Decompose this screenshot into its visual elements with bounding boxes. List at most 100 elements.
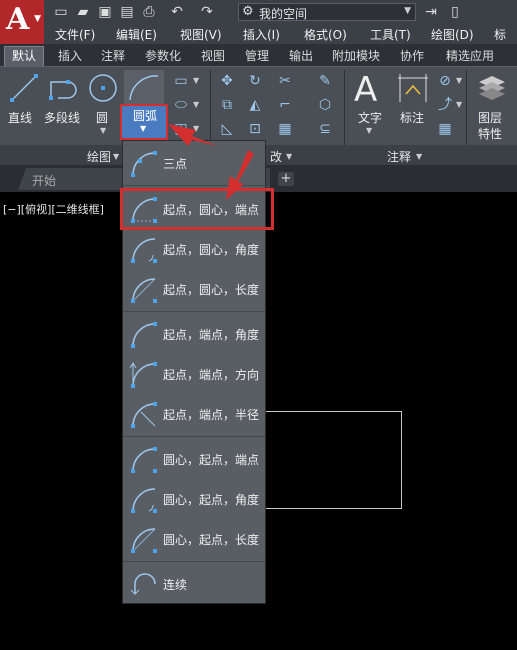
- rotate-icon[interactable]: ↻: [246, 72, 264, 90]
- add-tab-button[interactable]: +: [278, 172, 294, 186]
- table-icon[interactable]: ▦: [436, 120, 454, 138]
- stretch-icon[interactable]: ◺: [218, 120, 236, 138]
- chevron-down-icon[interactable]: ▼: [366, 126, 372, 135]
- arc-option-continue[interactable]: 连续: [123, 564, 265, 604]
- menu-file[interactable]: 文件(F): [55, 26, 95, 43]
- line-icon[interactable]: [8, 72, 40, 104]
- arc-option-label: 起点，端点，方向: [163, 368, 260, 382]
- arc-option-center-start-angle[interactable]: 圆心，起点，角度: [123, 479, 265, 519]
- tab-start-label[interactable]: 开始: [32, 172, 56, 189]
- arc-option-center-start-length[interactable]: 圆心，起点，长度: [123, 519, 265, 559]
- polyline-label[interactable]: 多段线: [44, 109, 80, 126]
- no-entry-icon[interactable]: ⊘: [436, 72, 454, 90]
- modify-panel-title[interactable]: 改: [270, 148, 282, 165]
- tab-addins[interactable]: 附加模块: [332, 47, 380, 64]
- undo-icon[interactable]: ↶: [168, 3, 186, 21]
- tab-parametric[interactable]: 参数化: [145, 47, 181, 64]
- copy-icon[interactable]: ⧉: [218, 96, 236, 114]
- erase-icon[interactable]: ✎: [316, 72, 334, 90]
- layer-properties-label-2[interactable]: 特性: [478, 125, 502, 142]
- layers-icon[interactable]: [476, 72, 508, 104]
- tab-manage[interactable]: 管理: [245, 47, 269, 64]
- fillet-icon[interactable]: ⌐: [276, 96, 294, 114]
- scale-icon[interactable]: ⊡: [246, 120, 264, 138]
- explode-icon[interactable]: ⬡: [316, 96, 334, 114]
- menu-format[interactable]: 格式(O): [304, 26, 347, 43]
- mirror-icon[interactable]: ◭: [246, 96, 264, 114]
- chevron-down-icon[interactable]: ▼: [193, 76, 199, 85]
- tab-featured-apps[interactable]: 精选应用: [446, 47, 494, 64]
- arc-option-label: 连续: [163, 578, 188, 592]
- chevron-down-icon[interactable]: ▼: [456, 100, 462, 109]
- boundary-icon[interactable]: ◫: [172, 120, 190, 138]
- arc-option-center-start-end[interactable]: 圆心，起点，端点: [123, 439, 265, 479]
- arc-option-start-center-angle[interactable]: 起点，圆心，角度: [123, 229, 265, 269]
- arc-option-start-end-radius[interactable]: 起点，端点，半径: [123, 394, 265, 434]
- chevron-down-icon[interactable]: ▼: [193, 124, 199, 133]
- arc-option-label: 圆心，起点，端点: [163, 453, 260, 467]
- circle-icon[interactable]: [87, 72, 119, 104]
- viewport-controls[interactable]: [−][俯视][二维线框]: [3, 201, 104, 217]
- app-menu-button[interactable]: A ▼: [0, 0, 44, 44]
- tab-annotate[interactable]: 注释: [101, 47, 125, 64]
- arc-option-start-end-direction[interactable]: 起点，端点，方向: [123, 354, 265, 394]
- arc-center-start-length-icon: [131, 528, 157, 553]
- menu-divider: [123, 311, 265, 312]
- layer-properties-label[interactable]: 图层: [478, 109, 502, 126]
- chevron-down-icon[interactable]: ▼: [193, 100, 199, 109]
- rectangle-icon[interactable]: ▭: [172, 72, 190, 90]
- chevron-down-icon[interactable]: ▼: [113, 152, 119, 161]
- tab-output[interactable]: 输出: [289, 47, 313, 64]
- chevron-down-icon[interactable]: ▼: [140, 124, 146, 133]
- hatch-icon[interactable]: ⬭: [172, 96, 190, 114]
- workspace-select[interactable]: ⚙ 我的空间 ▼: [238, 3, 416, 21]
- tab-insert[interactable]: 插入: [58, 47, 82, 64]
- menu-edit[interactable]: 编辑(E): [116, 26, 157, 43]
- trim-icon[interactable]: ✂: [276, 72, 294, 90]
- gear-icon: ⚙: [242, 4, 254, 19]
- arc-option-start-end-angle[interactable]: 起点，端点，角度: [123, 314, 265, 354]
- circle-label[interactable]: 圆: [96, 109, 108, 126]
- chevron-down-icon[interactable]: ▼: [456, 76, 462, 85]
- dimension-label[interactable]: 标注: [400, 109, 424, 126]
- open-icon[interactable]: ▰: [74, 3, 92, 21]
- text-icon[interactable]: A: [354, 70, 377, 110]
- menu-tools[interactable]: 工具(T): [370, 26, 411, 43]
- move-icon[interactable]: ✥: [218, 72, 236, 90]
- tab-default[interactable]: 默认: [4, 46, 44, 66]
- polyline-icon[interactable]: [48, 72, 82, 104]
- print-icon[interactable]: ⎙: [140, 3, 158, 21]
- arc-start-center-angle-icon: [131, 238, 157, 263]
- chevron-down-icon[interactable]: ▼: [286, 152, 292, 161]
- chevron-down-icon[interactable]: ▼: [100, 126, 106, 135]
- offset-icon[interactable]: ⊆: [316, 120, 334, 138]
- draw-panel-title[interactable]: 绘图: [87, 148, 111, 165]
- arc-option-3point[interactable]: 三点: [123, 143, 265, 183]
- arc-option-start-center-length[interactable]: 起点，圆心，长度: [123, 269, 265, 309]
- save-icon[interactable]: ▣: [96, 3, 114, 21]
- account-icon[interactable]: ▯: [446, 3, 464, 21]
- saveas-icon[interactable]: ▤: [118, 3, 136, 21]
- array-icon[interactable]: ▦: [276, 120, 294, 138]
- menu-view[interactable]: 视图(V): [180, 26, 222, 43]
- arc-icon[interactable]: [124, 70, 164, 104]
- arc-option-label: 圆心，起点，长度: [163, 533, 260, 547]
- annotate-panel-title[interactable]: 注释: [387, 148, 411, 165]
- line-label[interactable]: 直线: [8, 109, 32, 126]
- arc-option-label: 三点: [163, 157, 188, 171]
- share-icon[interactable]: ⇥: [422, 3, 440, 21]
- workspace-label: 我的空间: [259, 7, 308, 21]
- tab-collaborate[interactable]: 协作: [400, 47, 424, 64]
- tab-view[interactable]: 视图: [201, 47, 225, 64]
- arc-button-label[interactable]: 圆弧: [133, 107, 157, 124]
- menu-draw[interactable]: 绘图(D): [431, 26, 474, 43]
- chevron-down-icon[interactable]: ▼: [416, 152, 422, 161]
- menu-insert[interactable]: 插入(I): [243, 26, 280, 43]
- dimension-icon[interactable]: [396, 72, 430, 104]
- leader-icon[interactable]: ⤴: [436, 96, 454, 114]
- redo-icon[interactable]: ↷: [198, 3, 216, 21]
- autocad-logo-icon: A: [6, 2, 30, 37]
- text-label[interactable]: 文字: [358, 109, 382, 126]
- new-icon[interactable]: ▭: [52, 3, 70, 21]
- arc-option-label: 起点，圆心，角度: [163, 243, 260, 257]
